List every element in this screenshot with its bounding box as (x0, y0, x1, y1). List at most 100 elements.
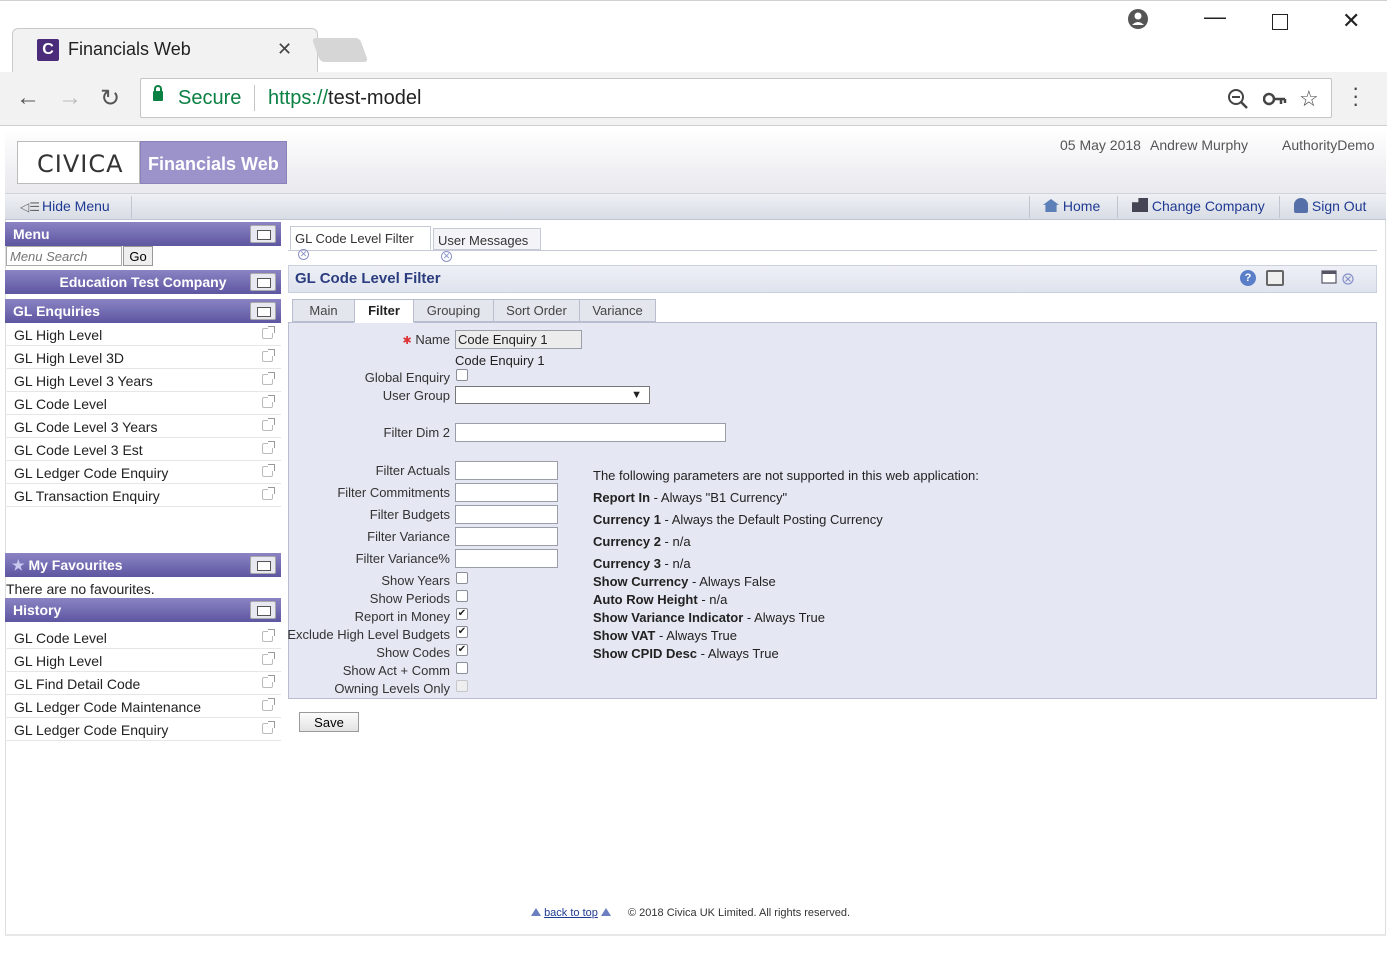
sidebar-item[interactable]: GL Code Level (5, 392, 281, 415)
profile-icon[interactable] (1127, 8, 1149, 36)
filter-actuals-input[interactable] (455, 461, 558, 480)
tab-variance[interactable]: Variance (579, 299, 656, 322)
history-item[interactable]: GL Ledger Code Maintenance (5, 695, 281, 718)
menu-search-input[interactable] (6, 246, 122, 266)
back-to-top-link[interactable]: back to top (544, 907, 598, 919)
panel-title-bar: GL Code Level Filter (288, 265, 1377, 293)
tab-filter[interactable]: Filter (354, 299, 414, 323)
sidebar-item-label: GL Transaction Enquiry (14, 488, 160, 504)
exclude-high-level-budgets-checkbox[interactable]: ✔ (456, 626, 468, 638)
filter-budgets-input[interactable] (455, 505, 558, 524)
url-text[interactable]: https://test-model (268, 87, 421, 110)
print-icon[interactable] (1266, 270, 1284, 286)
reload-icon[interactable]: ↻ (100, 84, 120, 113)
menu-go-button[interactable]: Go (123, 246, 153, 266)
home-icon (1043, 199, 1059, 212)
history-item[interactable]: GL High Level (5, 649, 281, 672)
home-link[interactable]: Home (1043, 198, 1100, 214)
sidebar-item[interactable]: GL Transaction Enquiry (5, 484, 281, 507)
footer-divider (5, 934, 1386, 936)
sidebar-item[interactable]: GL High Level 3 Years (5, 369, 281, 392)
history-item[interactable]: GL Ledger Code Enquiry (5, 718, 281, 741)
global-enquiry-label: Global Enquiry (364, 370, 450, 385)
browser-menu-icon[interactable]: · · · (1352, 77, 1359, 115)
forward-icon[interactable]: → (58, 84, 82, 112)
header-user: Andrew Murphy (1150, 137, 1249, 153)
close-tab-icon[interactable]: ✕ (277, 39, 292, 60)
filter-variance-pct-label: Filter Variance% (355, 551, 450, 566)
product-name: Financials Web (140, 141, 287, 184)
key-icon[interactable] (1262, 90, 1287, 111)
menu-panel-title: Menu (13, 226, 50, 242)
sign-out-link[interactable]: Sign Out (1294, 198, 1366, 214)
sidebar-item-label: GL Code Level (14, 396, 107, 412)
open-external-icon[interactable] (262, 441, 275, 454)
sidebar-item[interactable]: GL High Level 3D (5, 346, 281, 369)
up-arrow-icon (600, 908, 611, 916)
note-item: Currency 3 - n/a (593, 556, 691, 571)
building-icon (1132, 198, 1148, 212)
bookmark-star-icon[interactable]: ☆ (1299, 86, 1319, 112)
tab-sort-order[interactable]: Sort Order (493, 299, 580, 322)
zoom-icon[interactable] (1227, 88, 1249, 113)
minimize-icon[interactable]: — (1204, 4, 1226, 30)
history-item[interactable]: GL Find Detail Code (5, 672, 281, 695)
open-external-icon[interactable] (262, 349, 275, 362)
global-enquiry-checkbox[interactable] (456, 369, 468, 381)
help-icon[interactable]: ? (1240, 270, 1256, 286)
close-panel-icon[interactable] (1321, 270, 1355, 286)
filter-variance-input[interactable] (455, 527, 558, 546)
panel-title: GL Code Level Filter (295, 270, 441, 287)
tab-grouping[interactable]: Grouping (413, 299, 494, 322)
filter-commitments-input[interactable] (455, 483, 558, 502)
filter-variance-pct-input[interactable] (455, 549, 558, 568)
hide-menu-link[interactable]: ◁☰ Hide Menu (20, 198, 110, 214)
filter-dim2-input[interactable] (455, 423, 726, 442)
hide-menu-label: Hide Menu (42, 198, 110, 214)
tab-user-messages[interactable]: User Messages ✕ (433, 228, 541, 262)
save-button[interactable]: Save (299, 712, 359, 732)
close-tab-icon[interactable]: ✕ (441, 251, 452, 262)
filter-dim2-label: Filter Dim 2 (383, 425, 450, 440)
history-title: History (13, 602, 62, 618)
maximize-icon[interactable] (1272, 14, 1288, 30)
window-icon[interactable] (250, 302, 276, 320)
address-bar[interactable]: Secure https://test-model ☆ (140, 78, 1332, 118)
browser-toolbar: ← → ↻ Secure https://test-model ☆ · · · (0, 72, 1387, 126)
open-external-icon[interactable] (262, 721, 275, 734)
civica-logo: CIVICA (17, 141, 140, 184)
show-periods-checkbox[interactable] (456, 590, 468, 602)
new-tab-button[interactable] (311, 38, 369, 62)
close-tab-icon[interactable]: ✕ (298, 249, 309, 260)
home-label: Home (1062, 198, 1101, 214)
sign-out-label: Sign Out (1311, 198, 1367, 214)
tab-gl-code-level-filter[interactable]: GL Code Level Filter ✕ (290, 226, 431, 260)
gl-enquiries-title: GL Enquiries (13, 303, 100, 319)
history-item[interactable]: GL Code Level (5, 626, 281, 649)
sidebar-item[interactable]: GL Ledger Code Enquiry (5, 461, 281, 484)
window-close-icon[interactable]: ✕ (1342, 8, 1360, 34)
browser-tab[interactable]: C Financials Web ✕ (12, 28, 318, 72)
change-company-link[interactable]: Change Company (1132, 198, 1265, 214)
window-icon[interactable] (250, 225, 276, 243)
menubar-divider (131, 196, 132, 218)
sidebar-item[interactable]: GL Code Level 3 Years (5, 415, 281, 438)
tab-main[interactable]: Main (292, 299, 355, 322)
sidebar-item[interactable]: GL Code Level 3 Est (5, 438, 281, 461)
note-item: Show VAT - Always True (593, 628, 737, 643)
show-years-checkbox[interactable] (456, 572, 468, 584)
back-icon[interactable]: ← (16, 84, 40, 112)
sidebar-item[interactable]: GL High Level (5, 323, 281, 346)
name-input[interactable] (455, 330, 582, 349)
note-item: Currency 1 - Always the Default Posting … (593, 512, 883, 527)
open-external-icon[interactable] (262, 698, 275, 711)
report-in-money-checkbox[interactable]: ✔ (456, 608, 468, 620)
header-authority: AuthorityDemo (1282, 137, 1375, 153)
hide-menu-icon: ◁☰ (20, 200, 40, 214)
exclude-high-level-budgets-label: Exclude High Level Budgets (287, 627, 450, 642)
show-act-comm-checkbox[interactable] (456, 662, 468, 674)
window-icon[interactable] (250, 273, 276, 291)
show-codes-checkbox[interactable]: ✔ (456, 644, 468, 656)
user-group-select[interactable]: ▼ (455, 386, 650, 404)
filter-commitments-label: Filter Commitments (337, 485, 450, 500)
